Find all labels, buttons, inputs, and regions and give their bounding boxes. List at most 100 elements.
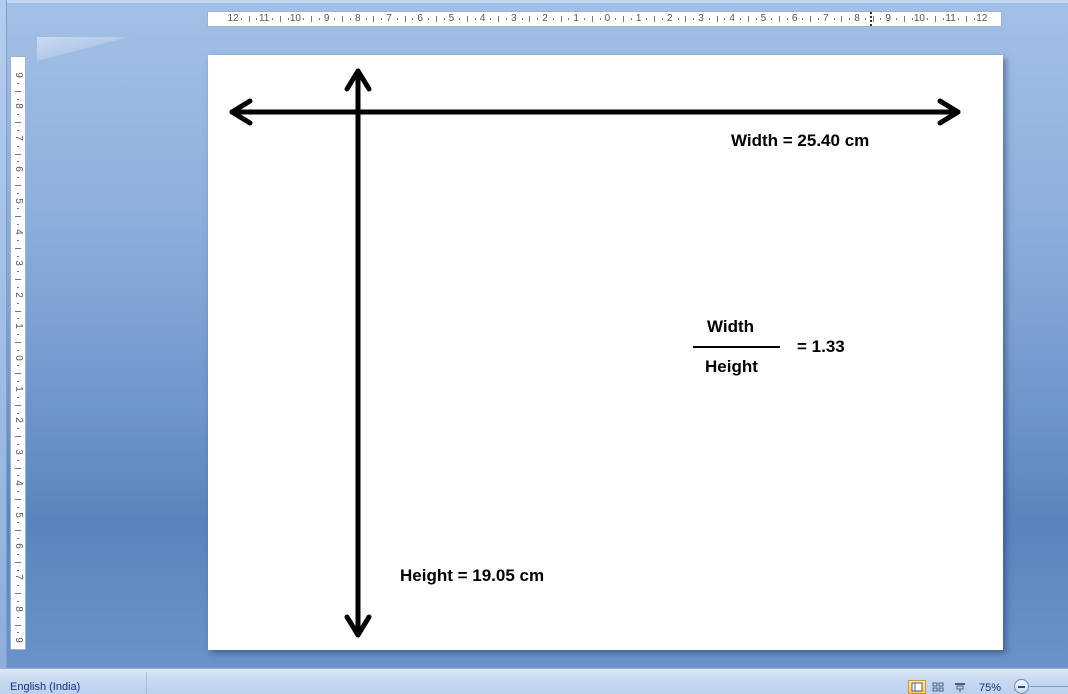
ruler-label: 2 xyxy=(667,13,673,24)
ruler-tick xyxy=(15,436,21,438)
ruler-label: 6 xyxy=(791,13,798,24)
ruler-label: 4 xyxy=(479,13,486,24)
ruler-tick xyxy=(404,16,406,22)
language-indicator[interactable]: English (India) xyxy=(10,681,80,693)
ruler-label: 3 xyxy=(511,13,517,24)
ruler-tick xyxy=(506,18,507,20)
ruler-tick xyxy=(677,18,679,20)
ruler-label: 8 xyxy=(854,13,860,24)
ruler-tick xyxy=(740,18,741,20)
ruler-label: 1 xyxy=(13,386,24,392)
ruler-tick xyxy=(935,16,936,22)
web-layout-view-button[interactable] xyxy=(951,680,969,694)
ruler-tick xyxy=(17,145,19,147)
ruler-tick xyxy=(17,114,19,116)
ruler-tick xyxy=(841,16,843,22)
ruler-tick xyxy=(966,16,968,22)
ruler-tick xyxy=(747,16,749,22)
ruler-tick xyxy=(334,18,336,20)
left-border xyxy=(0,0,7,668)
top-border xyxy=(0,0,1068,3)
ruler-tick xyxy=(537,18,539,20)
ruler-label: 11 xyxy=(258,13,270,24)
ruler-tick xyxy=(903,16,905,22)
ruler-tick xyxy=(15,467,21,469)
ruler-tick xyxy=(365,18,367,20)
height-label: Height = 19.05 cm xyxy=(400,566,545,585)
print-layout-view-button[interactable] xyxy=(908,680,926,694)
ruler-tick xyxy=(685,16,687,22)
document-workspace: 12 11 10 9 8 7 6 5 4 3 2 1 0 1 2 3 4 5 6 7 8 9 10 11 12 98765432… xyxy=(0,0,1068,668)
ruler-tick xyxy=(810,16,812,22)
ruler-tick xyxy=(15,404,21,406)
ruler-tick xyxy=(15,279,21,281)
ruler-label: 2 xyxy=(13,292,24,298)
ruler-tick xyxy=(786,18,788,20)
ruler-tick xyxy=(560,16,562,22)
fraction-bar xyxy=(693,346,780,348)
ruler-tick xyxy=(248,16,250,22)
ruler-tick xyxy=(428,18,429,20)
ruler-label: 12 xyxy=(227,13,239,24)
ruler-label: 5 xyxy=(13,511,24,518)
ruler-tick xyxy=(584,18,585,20)
ruler-tick xyxy=(342,16,344,22)
ruler-tick xyxy=(287,18,289,20)
ruler-label: 9 xyxy=(885,13,891,24)
ratio-denominator: Height xyxy=(705,357,758,376)
ruler-tick xyxy=(654,16,656,22)
ruler-label: 7 xyxy=(13,574,24,581)
ruler-tick xyxy=(833,18,835,20)
zoom-slider-track[interactable] xyxy=(1030,686,1068,687)
ruler-tick xyxy=(17,302,19,304)
ruler-label: 3 xyxy=(13,260,24,267)
ruler-tick xyxy=(498,16,500,22)
ruler-label: 2 xyxy=(13,417,24,424)
ruler-tick xyxy=(17,334,19,336)
ruler-tick xyxy=(381,18,383,20)
ruler-tick xyxy=(708,18,710,20)
ruler-tick xyxy=(662,18,663,20)
ruler-tick xyxy=(927,18,929,20)
ruler-tick xyxy=(17,177,19,179)
slide-page[interactable]: Width = 25.40 cm Width Height = 1.33 Hei… xyxy=(208,55,1003,650)
ruler-tick xyxy=(15,561,21,563)
ruler-tick xyxy=(958,18,960,20)
status-separator xyxy=(146,672,147,694)
ruler-tick xyxy=(818,18,819,20)
ruler-tick xyxy=(15,498,21,500)
ruler-tick xyxy=(17,396,19,398)
ruler-label: 8 xyxy=(13,606,24,612)
ruler-tick xyxy=(272,18,273,20)
ruler-tick xyxy=(646,18,648,20)
ruler-tick xyxy=(15,216,21,218)
horizontal-ruler[interactable]: 12 11 10 9 8 7 6 5 4 3 2 1 0 1 2 3 4 5 6 7 8 9 10 11 12 xyxy=(207,11,1002,27)
ratio-numerator: Width xyxy=(707,317,755,336)
ruler-tick xyxy=(318,18,320,20)
ruler-tick xyxy=(15,624,21,626)
full-screen-reading-view-button[interactable] xyxy=(929,680,947,694)
ruler-label: 9 xyxy=(13,72,24,78)
ruler-tick xyxy=(911,18,913,20)
ruler-tick xyxy=(630,18,632,20)
ruler-tick xyxy=(15,122,21,124)
ruler-tick xyxy=(15,247,21,249)
ruler-label: 12 xyxy=(976,13,988,24)
ruler-label: 1 xyxy=(13,323,24,329)
ruler-tick xyxy=(17,459,19,461)
ruler-tick xyxy=(568,18,570,20)
ruler-tick xyxy=(490,18,492,20)
ruler-tick xyxy=(15,530,21,532)
ruler-tick xyxy=(279,16,281,22)
ruler-tick xyxy=(256,18,258,20)
ruler-tick xyxy=(17,616,19,618)
ruler-tick xyxy=(521,18,523,20)
zoom-out-button[interactable] xyxy=(1014,679,1029,694)
ruler-label: 6 xyxy=(417,13,423,24)
ruler-tick xyxy=(599,18,601,20)
ruler-label: 7 xyxy=(823,13,829,24)
ruler-tick xyxy=(15,341,21,343)
ruler-tick xyxy=(15,310,21,312)
zoom-level[interactable]: 75% xyxy=(979,682,1001,694)
vertical-ruler[interactable]: 9 8 7 6 5 4 3 2 1 0 1 2 3 4 5 6 7 8 9 xyxy=(10,56,26,650)
